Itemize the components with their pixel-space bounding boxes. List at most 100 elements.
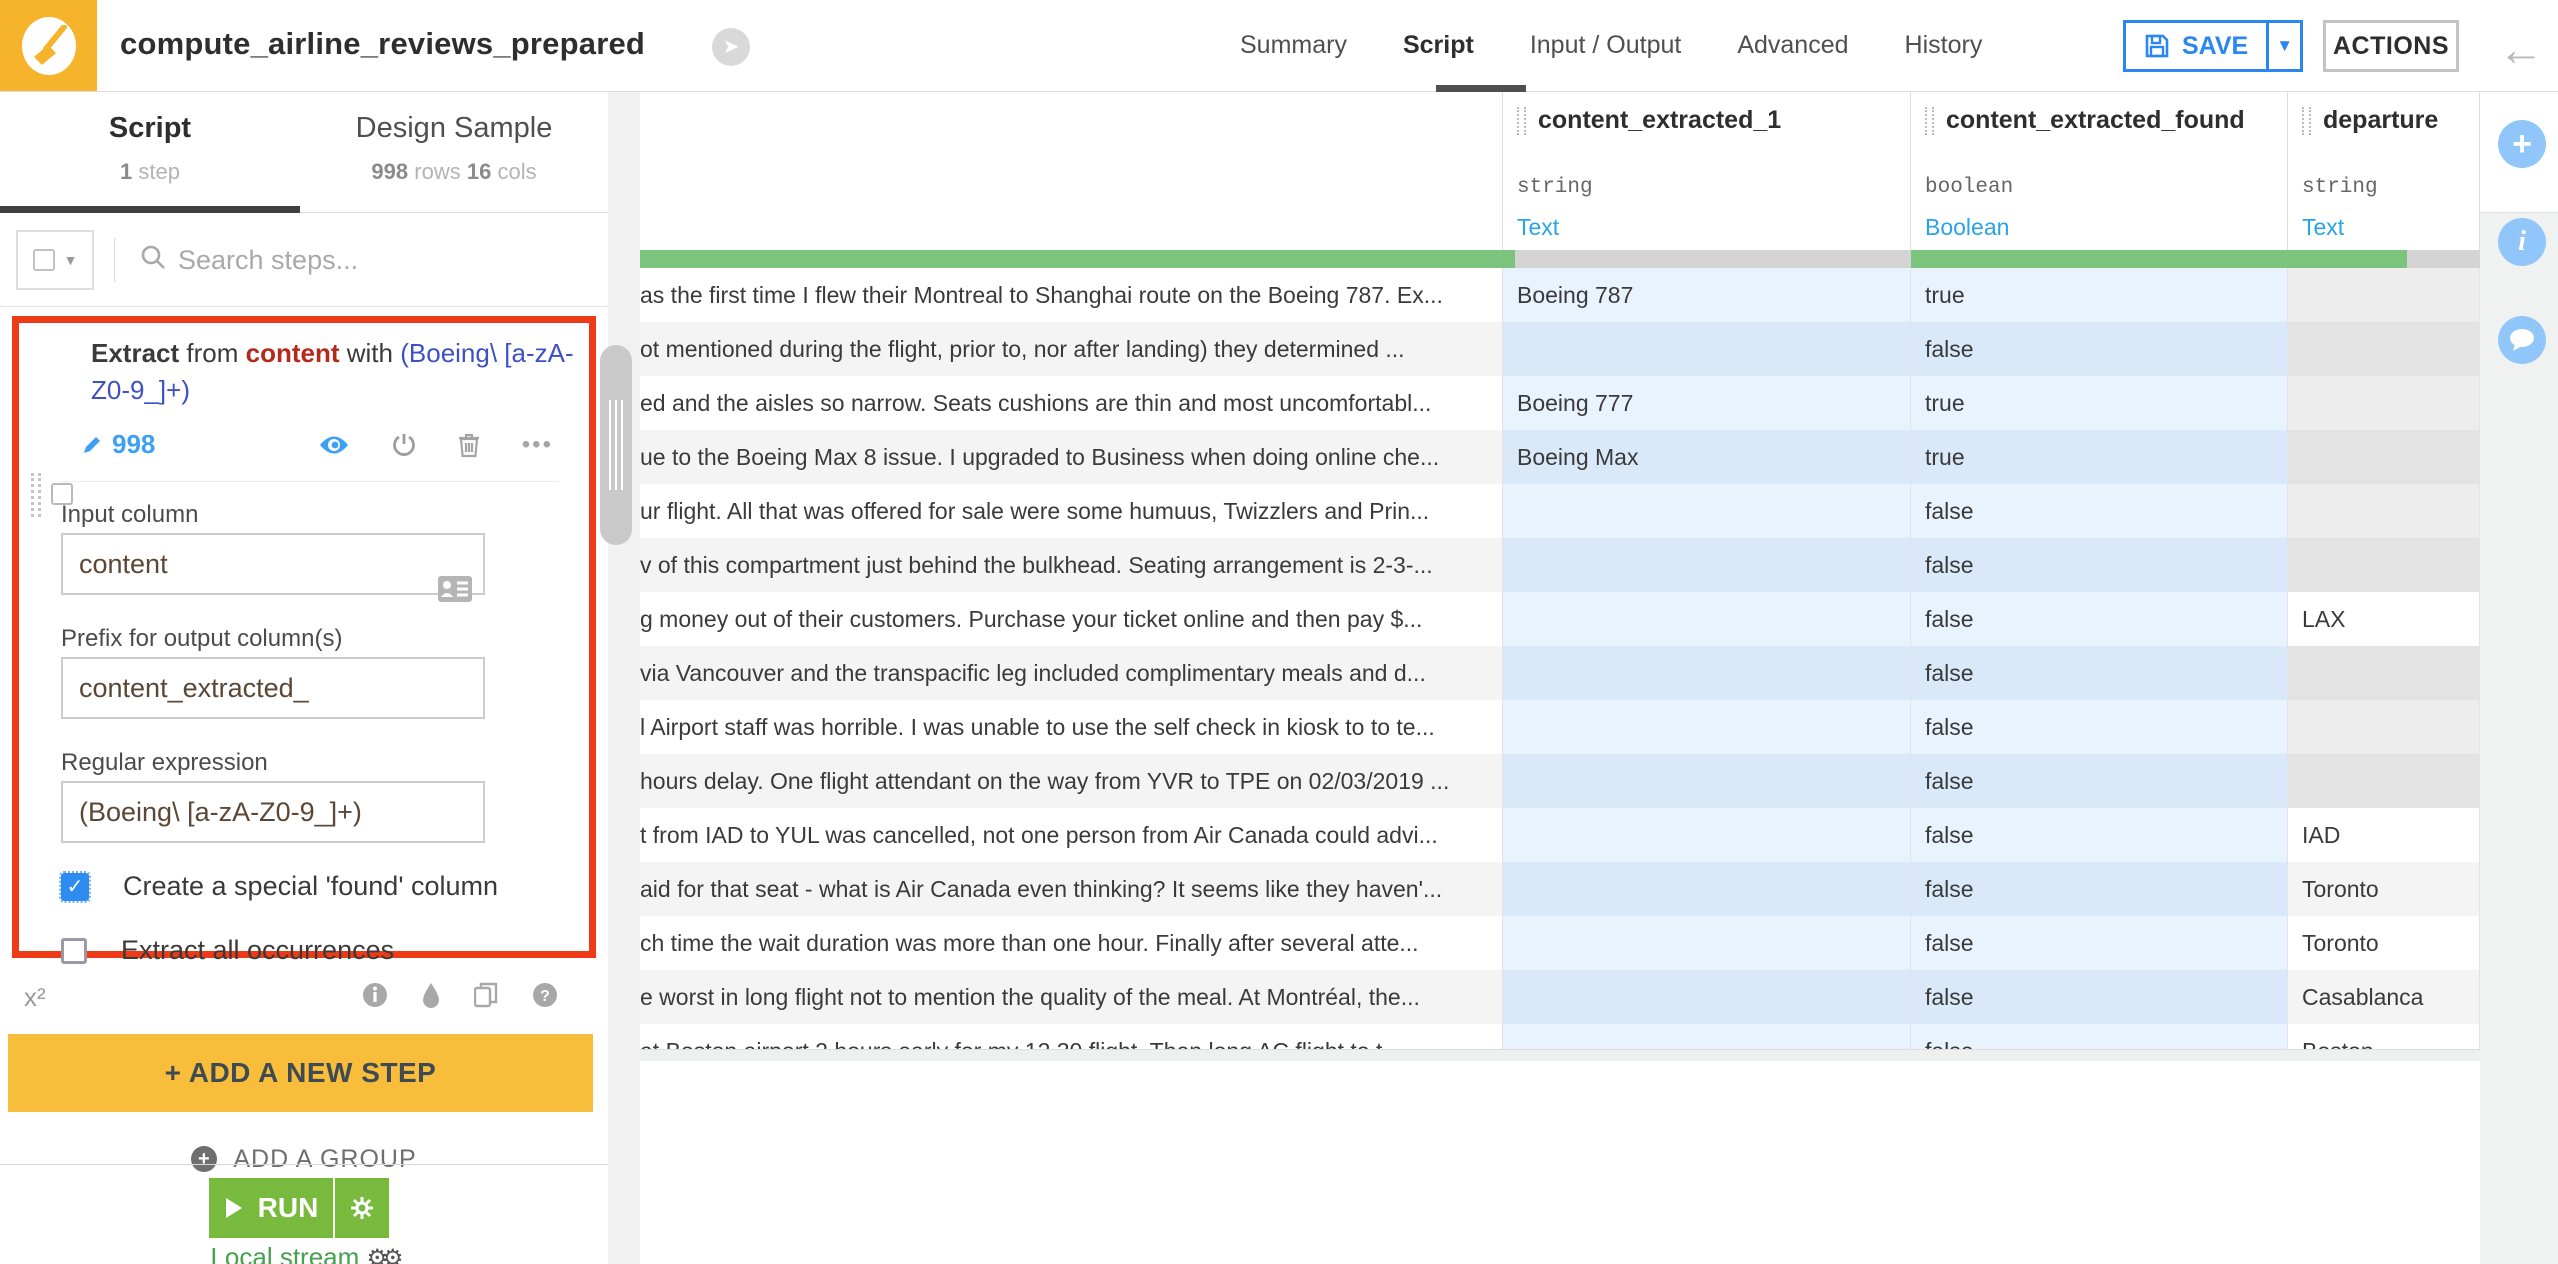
add-rail-button[interactable]: + [2498, 120, 2546, 168]
collapse-panel-arrow-icon[interactable]: ← [2498, 22, 2544, 76]
cell-content[interactable]: ch time the wait duration was more than … [640, 916, 1503, 970]
table-row[interactable]: hours delay. One flight attendant on the… [640, 754, 2480, 808]
run-button[interactable]: RUN [209, 1178, 391, 1238]
delete-step-trash-icon[interactable] [458, 432, 480, 458]
cell-departure[interactable] [2288, 538, 2480, 592]
cell-departure[interactable]: Toronto [2288, 862, 2480, 916]
copy-icon[interactable] [474, 982, 498, 1008]
prefix-field[interactable] [61, 657, 485, 719]
column-picker-icon[interactable] [437, 575, 473, 603]
all-occurrences-checkbox-row[interactable]: Extract all occurrences [61, 935, 394, 966]
cell-found[interactable]: true [1911, 268, 2288, 322]
cell-content[interactable]: v of this compartment just behind the bu… [640, 538, 1503, 592]
cell-found[interactable]: false [1911, 808, 2288, 862]
column-header-content-extracted-1[interactable]: content_extracted_1 string Text [1503, 92, 1911, 250]
cell-departure[interactable] [2288, 376, 2480, 430]
cell-found[interactable]: true [1911, 376, 2288, 430]
cell-departure[interactable]: Toronto [2288, 916, 2480, 970]
cell-extracted[interactable]: Boeing 777 [1503, 376, 1911, 430]
select-all-checkbox[interactable] [32, 249, 55, 271]
run-settings-gear-icon[interactable] [333, 1178, 389, 1238]
column-drag-icon[interactable] [1925, 106, 1934, 135]
cell-content[interactable]: l Airport staff was horrible. I was unab… [640, 700, 1503, 754]
cell-content[interactable]: via Vancouver and the transpacific leg i… [640, 646, 1503, 700]
cell-found[interactable]: false [1911, 484, 2288, 538]
save-dropdown-caret[interactable]: ▼ [2266, 23, 2300, 69]
cell-extracted[interactable] [1503, 808, 1911, 862]
engine-selector[interactable]: Local stream ⚙⚙ [0, 1242, 608, 1264]
column-name[interactable]: content_extracted_1 [1538, 106, 1781, 135]
cell-content[interactable]: at Boston airport 2 hours early for my 1… [640, 1024, 1503, 1049]
checkbox-unchecked-icon[interactable] [61, 937, 87, 964]
chat-rail-button[interactable] [2498, 316, 2546, 364]
tab-script-steps[interactable]: Script 1 step [0, 92, 300, 213]
step-title[interactable]: Extract from content with (Boeing\ [a-zA… [91, 335, 577, 409]
drag-handle-icon[interactable] [31, 473, 41, 517]
found-column-checkbox-row[interactable]: ✓ Create a special 'found' column [59, 870, 498, 903]
cell-departure[interactable] [2288, 754, 2480, 808]
table-row[interactable]: ot mentioned during the flight, prior to… [640, 322, 2480, 376]
cell-extracted[interactable] [1503, 646, 1911, 700]
column-name[interactable]: content_extracted_found [1946, 106, 2245, 135]
column-header-departure[interactable]: departure string Text [2288, 92, 2480, 250]
cell-content[interactable]: aid for that seat - what is Air Canada e… [640, 862, 1503, 916]
table-row[interactable]: ed and the aisles so narrow. Seats cushi… [640, 376, 2480, 430]
cell-found[interactable]: false [1911, 970, 2288, 1024]
cell-departure[interactable] [2288, 322, 2480, 376]
step-card-extract[interactable]: Extract from content with (Boeing\ [a-zA… [12, 316, 596, 965]
column-drag-icon[interactable] [1517, 106, 1526, 135]
cell-departure[interactable] [2288, 646, 2480, 700]
table-row[interactable]: ue to the Boeing Max 8 issue. I upgraded… [640, 430, 2480, 484]
cell-content[interactable]: ue to the Boeing Max 8 issue. I upgraded… [640, 430, 1503, 484]
cell-content[interactable]: t from IAD to YUL was cancelled, not one… [640, 808, 1503, 862]
table-row[interactable]: l Airport staff was horrible. I was unab… [640, 700, 2480, 754]
cell-found[interactable]: true [1911, 430, 2288, 484]
cell-found[interactable]: false [1911, 916, 2288, 970]
cell-found[interactable]: false [1911, 592, 2288, 646]
column-meaning[interactable]: Text [2302, 214, 2344, 241]
tab-input-output[interactable]: Input / Output [1530, 31, 1682, 60]
cell-extracted[interactable] [1503, 322, 1911, 376]
cell-departure[interactable]: Boston [2288, 1024, 2480, 1049]
table-row[interactable]: ur flight. All that was offered for sale… [640, 484, 2480, 538]
table-row[interactable]: v of this compartment just behind the bu… [640, 538, 2480, 592]
disable-step-power-icon[interactable] [392, 432, 416, 458]
table-row[interactable]: e worst in long flight not to mention th… [640, 970, 2480, 1024]
color-droplet-icon[interactable] [422, 982, 440, 1008]
cell-departure[interactable] [2288, 484, 2480, 538]
save-button[interactable]: SAVE ▼ [2123, 20, 2303, 72]
cell-departure[interactable]: IAD [2288, 808, 2480, 862]
cell-extracted[interactable] [1503, 700, 1911, 754]
tab-design-sample[interactable]: Design Sample 998 rows 16 cols [300, 92, 608, 213]
cell-found[interactable]: false [1911, 700, 2288, 754]
formula-tool-icon[interactable]: x² [24, 982, 46, 1013]
table-horizontal-scroll-track[interactable] [640, 1049, 2480, 1061]
cell-departure[interactable]: LAX [2288, 592, 2480, 646]
cell-found[interactable]: false [1911, 862, 2288, 916]
tab-advanced[interactable]: Advanced [1737, 31, 1848, 60]
cell-extracted[interactable] [1503, 484, 1911, 538]
info-icon[interactable] [362, 982, 388, 1008]
cell-content[interactable]: e worst in long flight not to mention th… [640, 970, 1503, 1024]
add-group-button[interactable]: + ADD A GROUP [0, 1142, 608, 1176]
input-column-field[interactable] [61, 533, 485, 595]
run-button-main[interactable]: RUN [209, 1178, 333, 1238]
table-row[interactable]: at Boston airport 2 hours early for my 1… [640, 1024, 2480, 1049]
cell-extracted[interactable]: Boeing 787 [1503, 268, 1911, 322]
cell-extracted[interactable] [1503, 970, 1911, 1024]
info-rail-button[interactable]: i [2498, 218, 2546, 266]
column-drag-icon[interactable] [2302, 106, 2311, 135]
table-row[interactable]: g money out of their customers. Purchase… [640, 592, 2480, 646]
table-row[interactable]: via Vancouver and the transpacific leg i… [640, 646, 2480, 700]
table-row[interactable]: as the first time I flew their Montreal … [640, 268, 2480, 322]
cell-found[interactable]: false [1911, 538, 2288, 592]
cell-found[interactable]: false [1911, 646, 2288, 700]
column-meaning[interactable]: Boolean [1925, 214, 2009, 241]
tab-summary[interactable]: Summary [1240, 31, 1347, 60]
cell-departure[interactable] [2288, 700, 2480, 754]
cell-extracted[interactable] [1503, 862, 1911, 916]
cell-extracted[interactable] [1503, 754, 1911, 808]
column-header-content[interactable] [640, 92, 1503, 250]
table-row[interactable]: t from IAD to YUL was cancelled, not one… [640, 808, 2480, 862]
cell-extracted[interactable] [1503, 1024, 1911, 1049]
